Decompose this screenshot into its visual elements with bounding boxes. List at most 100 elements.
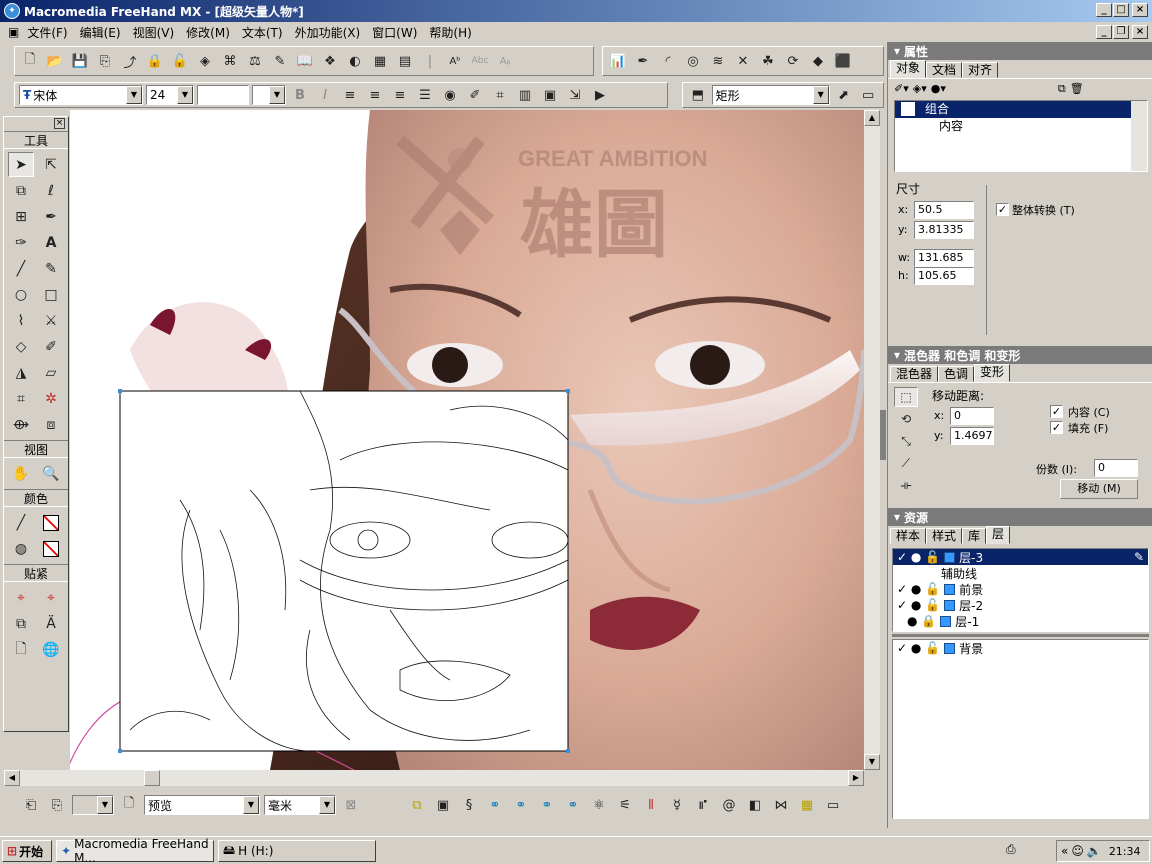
roughen-icon[interactable]: ≋: [707, 50, 729, 72]
freeform-tool-icon[interactable]: ⌇: [8, 308, 34, 333]
add-points-icon[interactable]: ▦: [796, 794, 818, 816]
rectangle-tool-icon[interactable]: □: [38, 282, 64, 307]
chevron-down-icon[interactable]: ▼: [97, 796, 113, 814]
pen-tool-icon[interactable]: ✑: [8, 230, 34, 255]
trash-icon[interactable]: 🗑: [1070, 82, 1084, 95]
text-tool-icon[interactable]: A: [38, 230, 64, 255]
fill-none-swatch-icon[interactable]: [38, 536, 64, 561]
open-icon[interactable]: 📂: [44, 50, 66, 72]
move-button[interactable]: 移动 (M): [1060, 479, 1138, 499]
bold-icon[interactable]: B: [289, 84, 311, 106]
volume-icon[interactable]: 🔈: [1087, 844, 1102, 858]
layer-row[interactable]: ✓ ● 🔓 层-3 ✎: [893, 549, 1148, 565]
lock-icon[interactable]: 🔒: [144, 50, 166, 72]
transparency-icon[interactable]: ⚛: [588, 794, 610, 816]
tab-document[interactable]: 文档: [926, 62, 963, 78]
network-icon[interactable]: ⎙: [1006, 842, 1016, 857]
unlock-icon[interactable]: 🔓: [169, 50, 191, 72]
snap-to-text-icon[interactable]: Ä: [38, 611, 64, 636]
scroll-right-arrow-icon[interactable]: ▶: [848, 770, 864, 786]
edit-style-icon[interactable]: ✎: [269, 50, 291, 72]
font-select[interactable]: Ŧ 宋体 ▼: [19, 85, 143, 105]
3d-rotation-icon[interactable]: ◆: [807, 50, 829, 72]
font-size-select[interactable]: 24 ▼: [146, 85, 194, 105]
transform-whole-checkbox[interactable]: ✓: [996, 203, 1009, 216]
punch-icon[interactable]: ⚭: [536, 794, 558, 816]
spiral-icon[interactable]: ◎: [682, 50, 704, 72]
w-field[interactable]: 131.685: [914, 249, 974, 267]
import-icon[interactable]: ⎘: [94, 50, 116, 72]
layer-row[interactable]: ✓ ● 🔓 背景: [893, 640, 1148, 656]
columns-icon[interactable]: ▥: [514, 84, 536, 106]
minimize-button[interactable]: _: [1096, 3, 1112, 17]
tools-panel-titlebar[interactable]: ×: [4, 117, 68, 131]
reverse-direction-icon[interactable]: ☿: [666, 794, 688, 816]
tray-app-icon[interactable]: ☺: [1071, 844, 1084, 858]
layer-row[interactable]: ✓ ● 🔓 层-2: [893, 597, 1148, 613]
task-explorer[interactable]: 🖴 H (H:): [218, 840, 376, 862]
tree-scrollbar[interactable]: [1131, 101, 1147, 171]
fills-checkbox[interactable]: ✓: [1050, 421, 1063, 434]
snap-to-object-icon[interactable]: ⧉: [8, 611, 34, 636]
prev-page-icon[interactable]: ⎘: [46, 794, 68, 816]
connector-tool-icon[interactable]: ⧈: [38, 412, 64, 437]
table-icon[interactable]: ▦: [369, 50, 391, 72]
graphic-hose-icon[interactable]: ⟳: [782, 50, 804, 72]
redefine-style-icon[interactable]: ▭: [857, 84, 879, 106]
maximize-button[interactable]: □: [1113, 3, 1129, 17]
page-select[interactable]: ▼: [72, 795, 114, 815]
text-wrap-icon[interactable]: ⌗: [489, 84, 511, 106]
tray-expand-icon[interactable]: «: [1061, 844, 1068, 858]
align-center-icon[interactable]: ≡: [364, 84, 386, 106]
tab-mixer[interactable]: 混色器: [890, 366, 939, 382]
chevron-down-icon[interactable]: ▼: [269, 86, 285, 104]
bring-forward-icon[interactable]: ⧉: [406, 794, 428, 816]
chevron-down-icon[interactable]: ▼: [126, 86, 142, 104]
fisheye-icon[interactable]: ⬛: [832, 50, 854, 72]
add-stroke-icon[interactable]: ✐▾: [894, 82, 909, 95]
align-left-icon[interactable]: ≡: [339, 84, 361, 106]
menu-view[interactable]: 视图(V): [127, 24, 181, 41]
chevron-down-icon[interactable]: ▼: [812, 86, 829, 104]
task-freehand[interactable]: ✦ Macromedia FreeHand M...: [56, 837, 214, 864]
pencil-tool-icon[interactable]: ✎: [38, 256, 64, 281]
cancel-icon[interactable]: ⊠: [340, 794, 362, 816]
scroll-left-arrow-icon[interactable]: ◀: [4, 770, 20, 786]
contents-checkbox[interactable]: ✓: [1050, 405, 1063, 418]
text-spell-icon[interactable]: Aᵇ: [444, 50, 466, 72]
reflect-mode-icon[interactable]: ⟛: [894, 475, 918, 495]
scale-mode-icon[interactable]: ⤡: [894, 431, 918, 451]
snap-to-page-icon[interactable]: 🗋: [8, 637, 34, 662]
scroll-thumb[interactable]: [144, 770, 160, 786]
menu-xtras[interactable]: 外加功能(X): [289, 24, 367, 41]
skew-mode-icon[interactable]: ⟋: [894, 453, 918, 473]
next-page-icon[interactable]: 🗋: [118, 794, 140, 816]
zoom-tool-icon[interactable]: 🔍: [38, 461, 64, 486]
intersect-icon[interactable]: ⚭: [510, 794, 532, 816]
add-effect-icon[interactable]: ●▾: [931, 82, 946, 95]
flow-inside-path-icon[interactable]: ⇲: [564, 84, 586, 106]
scroll-down-arrow-icon[interactable]: ▼: [864, 754, 880, 770]
layer-row[interactable]: ● 🔒 层-1: [893, 613, 1148, 629]
align-right-icon[interactable]: ≡: [389, 84, 411, 106]
scroll-up-arrow-icon[interactable]: ▲: [864, 110, 880, 126]
crop-paths-icon[interactable]: ⚭: [562, 794, 584, 816]
skew-tool-icon[interactable]: ▱: [38, 360, 64, 385]
tab-tints[interactable]: 色调: [938, 366, 975, 382]
h-field[interactable]: 105.65: [914, 267, 974, 285]
menu-window[interactable]: 窗口(W): [366, 24, 423, 41]
doc-minimize-button[interactable]: _: [1096, 25, 1112, 39]
close-button[interactable]: ×: [1132, 3, 1148, 17]
chevron-down-icon[interactable]: ▼: [177, 86, 193, 104]
menu-text[interactable]: 文本(T): [236, 24, 289, 41]
stroke-color-icon[interactable]: ╱: [8, 510, 34, 535]
units-select[interactable]: 毫米 ▼: [264, 795, 336, 815]
simplify-icon[interactable]: §: [458, 794, 480, 816]
crop-tool-icon[interactable]: ⌗: [8, 386, 34, 411]
blend-icon[interactable]: ⚟: [614, 794, 636, 816]
first-page-icon[interactable]: ⎗: [20, 794, 42, 816]
swatches-icon[interactable]: ◐: [344, 50, 366, 72]
horizontal-scrollbar[interactable]: ◀ ▶: [4, 770, 864, 786]
tab-layers[interactable]: 层: [986, 526, 1011, 544]
chevron-down-icon[interactable]: ▼: [243, 796, 259, 814]
